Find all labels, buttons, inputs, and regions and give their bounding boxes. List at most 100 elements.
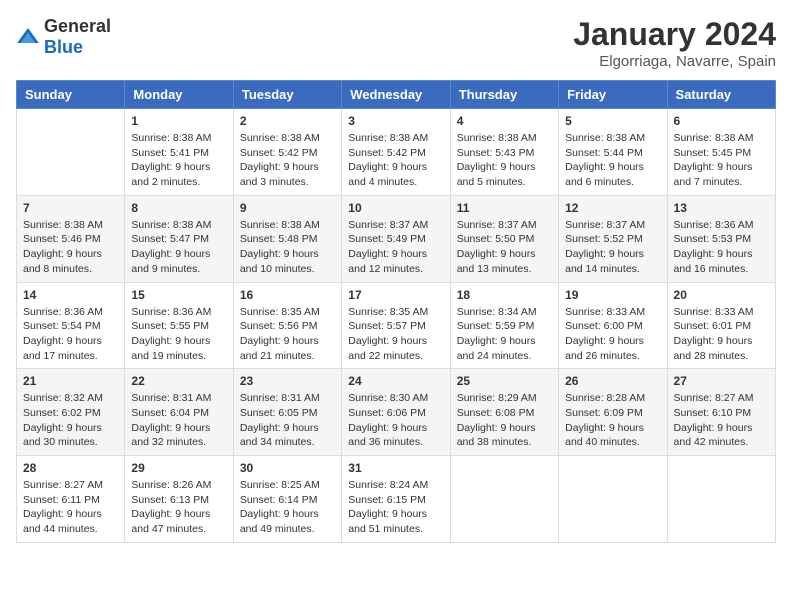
day-number: 10 <box>348 201 443 215</box>
days-header-row: SundayMondayTuesdayWednesdayThursdayFrid… <box>17 81 776 109</box>
calendar-cell: 19 Sunrise: 8:33 AM Sunset: 6:00 PM Dayl… <box>559 282 667 369</box>
cell-content: Sunrise: 8:27 AM Sunset: 6:11 PM Dayligh… <box>23 478 118 537</box>
sunrise: Sunrise: 8:35 AM <box>348 306 428 318</box>
cell-content: Sunrise: 8:38 AM Sunset: 5:44 PM Dayligh… <box>565 131 660 190</box>
calendar-cell: 9 Sunrise: 8:38 AM Sunset: 5:48 PM Dayli… <box>233 195 341 282</box>
cell-content: Sunrise: 8:33 AM Sunset: 6:00 PM Dayligh… <box>565 305 660 364</box>
day-number: 12 <box>565 201 660 215</box>
cell-content: Sunrise: 8:29 AM Sunset: 6:08 PM Dayligh… <box>457 391 552 450</box>
cell-content: Sunrise: 8:37 AM Sunset: 5:50 PM Dayligh… <box>457 218 552 277</box>
sunset: Sunset: 5:43 PM <box>457 147 535 159</box>
sunrise: Sunrise: 8:38 AM <box>23 219 103 231</box>
sunset: Sunset: 5:53 PM <box>674 233 752 245</box>
daylight: Daylight: 9 hours and 38 minutes. <box>457 422 536 449</box>
daylight: Daylight: 9 hours and 16 minutes. <box>674 248 753 275</box>
sunset: Sunset: 6:04 PM <box>131 407 209 419</box>
day-header-tuesday: Tuesday <box>233 81 341 109</box>
calendar-cell: 14 Sunrise: 8:36 AM Sunset: 5:54 PM Dayl… <box>17 282 125 369</box>
calendar-cell: 30 Sunrise: 8:25 AM Sunset: 6:14 PM Dayl… <box>233 456 341 543</box>
sunrise: Sunrise: 8:24 AM <box>348 479 428 491</box>
sunset: Sunset: 6:00 PM <box>565 320 643 332</box>
day-number: 3 <box>348 114 443 128</box>
cell-content: Sunrise: 8:37 AM Sunset: 5:52 PM Dayligh… <box>565 218 660 277</box>
daylight: Daylight: 9 hours and 22 minutes. <box>348 335 427 362</box>
day-number: 18 <box>457 288 552 302</box>
day-number: 17 <box>348 288 443 302</box>
sunrise: Sunrise: 8:36 AM <box>674 219 754 231</box>
sunset: Sunset: 6:14 PM <box>240 494 318 506</box>
day-number: 11 <box>457 201 552 215</box>
calendar-cell <box>17 109 125 196</box>
day-header-monday: Monday <box>125 81 233 109</box>
sunrise: Sunrise: 8:38 AM <box>131 219 211 231</box>
sunrise: Sunrise: 8:38 AM <box>674 132 754 144</box>
cell-content: Sunrise: 8:31 AM Sunset: 6:04 PM Dayligh… <box>131 391 226 450</box>
sunrise: Sunrise: 8:32 AM <box>23 392 103 404</box>
week-row-5: 28 Sunrise: 8:27 AM Sunset: 6:11 PM Dayl… <box>17 456 776 543</box>
calendar-table: SundayMondayTuesdayWednesdayThursdayFrid… <box>16 80 776 543</box>
sunrise: Sunrise: 8:38 AM <box>240 132 320 144</box>
calendar-cell: 16 Sunrise: 8:35 AM Sunset: 5:56 PM Dayl… <box>233 282 341 369</box>
daylight: Daylight: 9 hours and 6 minutes. <box>565 161 644 188</box>
day-number: 4 <box>457 114 552 128</box>
day-number: 15 <box>131 288 226 302</box>
calendar-cell: 21 Sunrise: 8:32 AM Sunset: 6:02 PM Dayl… <box>17 369 125 456</box>
day-number: 2 <box>240 114 335 128</box>
cell-content: Sunrise: 8:27 AM Sunset: 6:10 PM Dayligh… <box>674 391 769 450</box>
logo-general: General <box>44 16 111 36</box>
logo-icon <box>16 25 40 49</box>
sunrise: Sunrise: 8:30 AM <box>348 392 428 404</box>
sunset: Sunset: 5:49 PM <box>348 233 426 245</box>
day-header-thursday: Thursday <box>450 81 558 109</box>
sunset: Sunset: 6:09 PM <box>565 407 643 419</box>
sunrise: Sunrise: 8:31 AM <box>131 392 211 404</box>
logo: General Blue <box>16 16 111 58</box>
sunset: Sunset: 6:02 PM <box>23 407 101 419</box>
day-number: 24 <box>348 374 443 388</box>
day-number: 22 <box>131 374 226 388</box>
daylight: Daylight: 9 hours and 30 minutes. <box>23 422 102 449</box>
daylight: Daylight: 9 hours and 26 minutes. <box>565 335 644 362</box>
day-number: 6 <box>674 114 769 128</box>
day-number: 31 <box>348 461 443 475</box>
sunset: Sunset: 5:48 PM <box>240 233 318 245</box>
daylight: Daylight: 9 hours and 7 minutes. <box>674 161 753 188</box>
week-row-3: 14 Sunrise: 8:36 AM Sunset: 5:54 PM Dayl… <box>17 282 776 369</box>
sunrise: Sunrise: 8:36 AM <box>23 306 103 318</box>
sunrise: Sunrise: 8:37 AM <box>565 219 645 231</box>
day-number: 29 <box>131 461 226 475</box>
calendar-cell: 8 Sunrise: 8:38 AM Sunset: 5:47 PM Dayli… <box>125 195 233 282</box>
day-number: 23 <box>240 374 335 388</box>
daylight: Daylight: 9 hours and 2 minutes. <box>131 161 210 188</box>
calendar-cell: 22 Sunrise: 8:31 AM Sunset: 6:04 PM Dayl… <box>125 369 233 456</box>
cell-content: Sunrise: 8:34 AM Sunset: 5:59 PM Dayligh… <box>457 305 552 364</box>
calendar-cell: 27 Sunrise: 8:27 AM Sunset: 6:10 PM Dayl… <box>667 369 775 456</box>
calendar-cell: 11 Sunrise: 8:37 AM Sunset: 5:50 PM Dayl… <box>450 195 558 282</box>
cell-content: Sunrise: 8:35 AM Sunset: 5:57 PM Dayligh… <box>348 305 443 364</box>
day-number: 26 <box>565 374 660 388</box>
calendar-cell: 1 Sunrise: 8:38 AM Sunset: 5:41 PM Dayli… <box>125 109 233 196</box>
month-title: January 2024 <box>573 16 776 53</box>
day-number: 20 <box>674 288 769 302</box>
day-number: 16 <box>240 288 335 302</box>
sunset: Sunset: 6:15 PM <box>348 494 426 506</box>
calendar-cell: 24 Sunrise: 8:30 AM Sunset: 6:06 PM Dayl… <box>342 369 450 456</box>
sunrise: Sunrise: 8:27 AM <box>674 392 754 404</box>
sunset: Sunset: 5:54 PM <box>23 320 101 332</box>
sunrise: Sunrise: 8:26 AM <box>131 479 211 491</box>
sunrise: Sunrise: 8:25 AM <box>240 479 320 491</box>
cell-content: Sunrise: 8:37 AM Sunset: 5:49 PM Dayligh… <box>348 218 443 277</box>
sunrise: Sunrise: 8:33 AM <box>565 306 645 318</box>
sunrise: Sunrise: 8:38 AM <box>240 219 320 231</box>
day-header-sunday: Sunday <box>17 81 125 109</box>
day-number: 13 <box>674 201 769 215</box>
calendar-cell: 23 Sunrise: 8:31 AM Sunset: 6:05 PM Dayl… <box>233 369 341 456</box>
sunrise: Sunrise: 8:34 AM <box>457 306 537 318</box>
title-area: January 2024 Elgorriaga, Navarre, Spain <box>573 16 776 70</box>
cell-content: Sunrise: 8:26 AM Sunset: 6:13 PM Dayligh… <box>131 478 226 537</box>
sunrise: Sunrise: 8:37 AM <box>348 219 428 231</box>
cell-content: Sunrise: 8:38 AM Sunset: 5:46 PM Dayligh… <box>23 218 118 277</box>
daylight: Daylight: 9 hours and 9 minutes. <box>131 248 210 275</box>
daylight: Daylight: 9 hours and 24 minutes. <box>457 335 536 362</box>
sunrise: Sunrise: 8:38 AM <box>565 132 645 144</box>
